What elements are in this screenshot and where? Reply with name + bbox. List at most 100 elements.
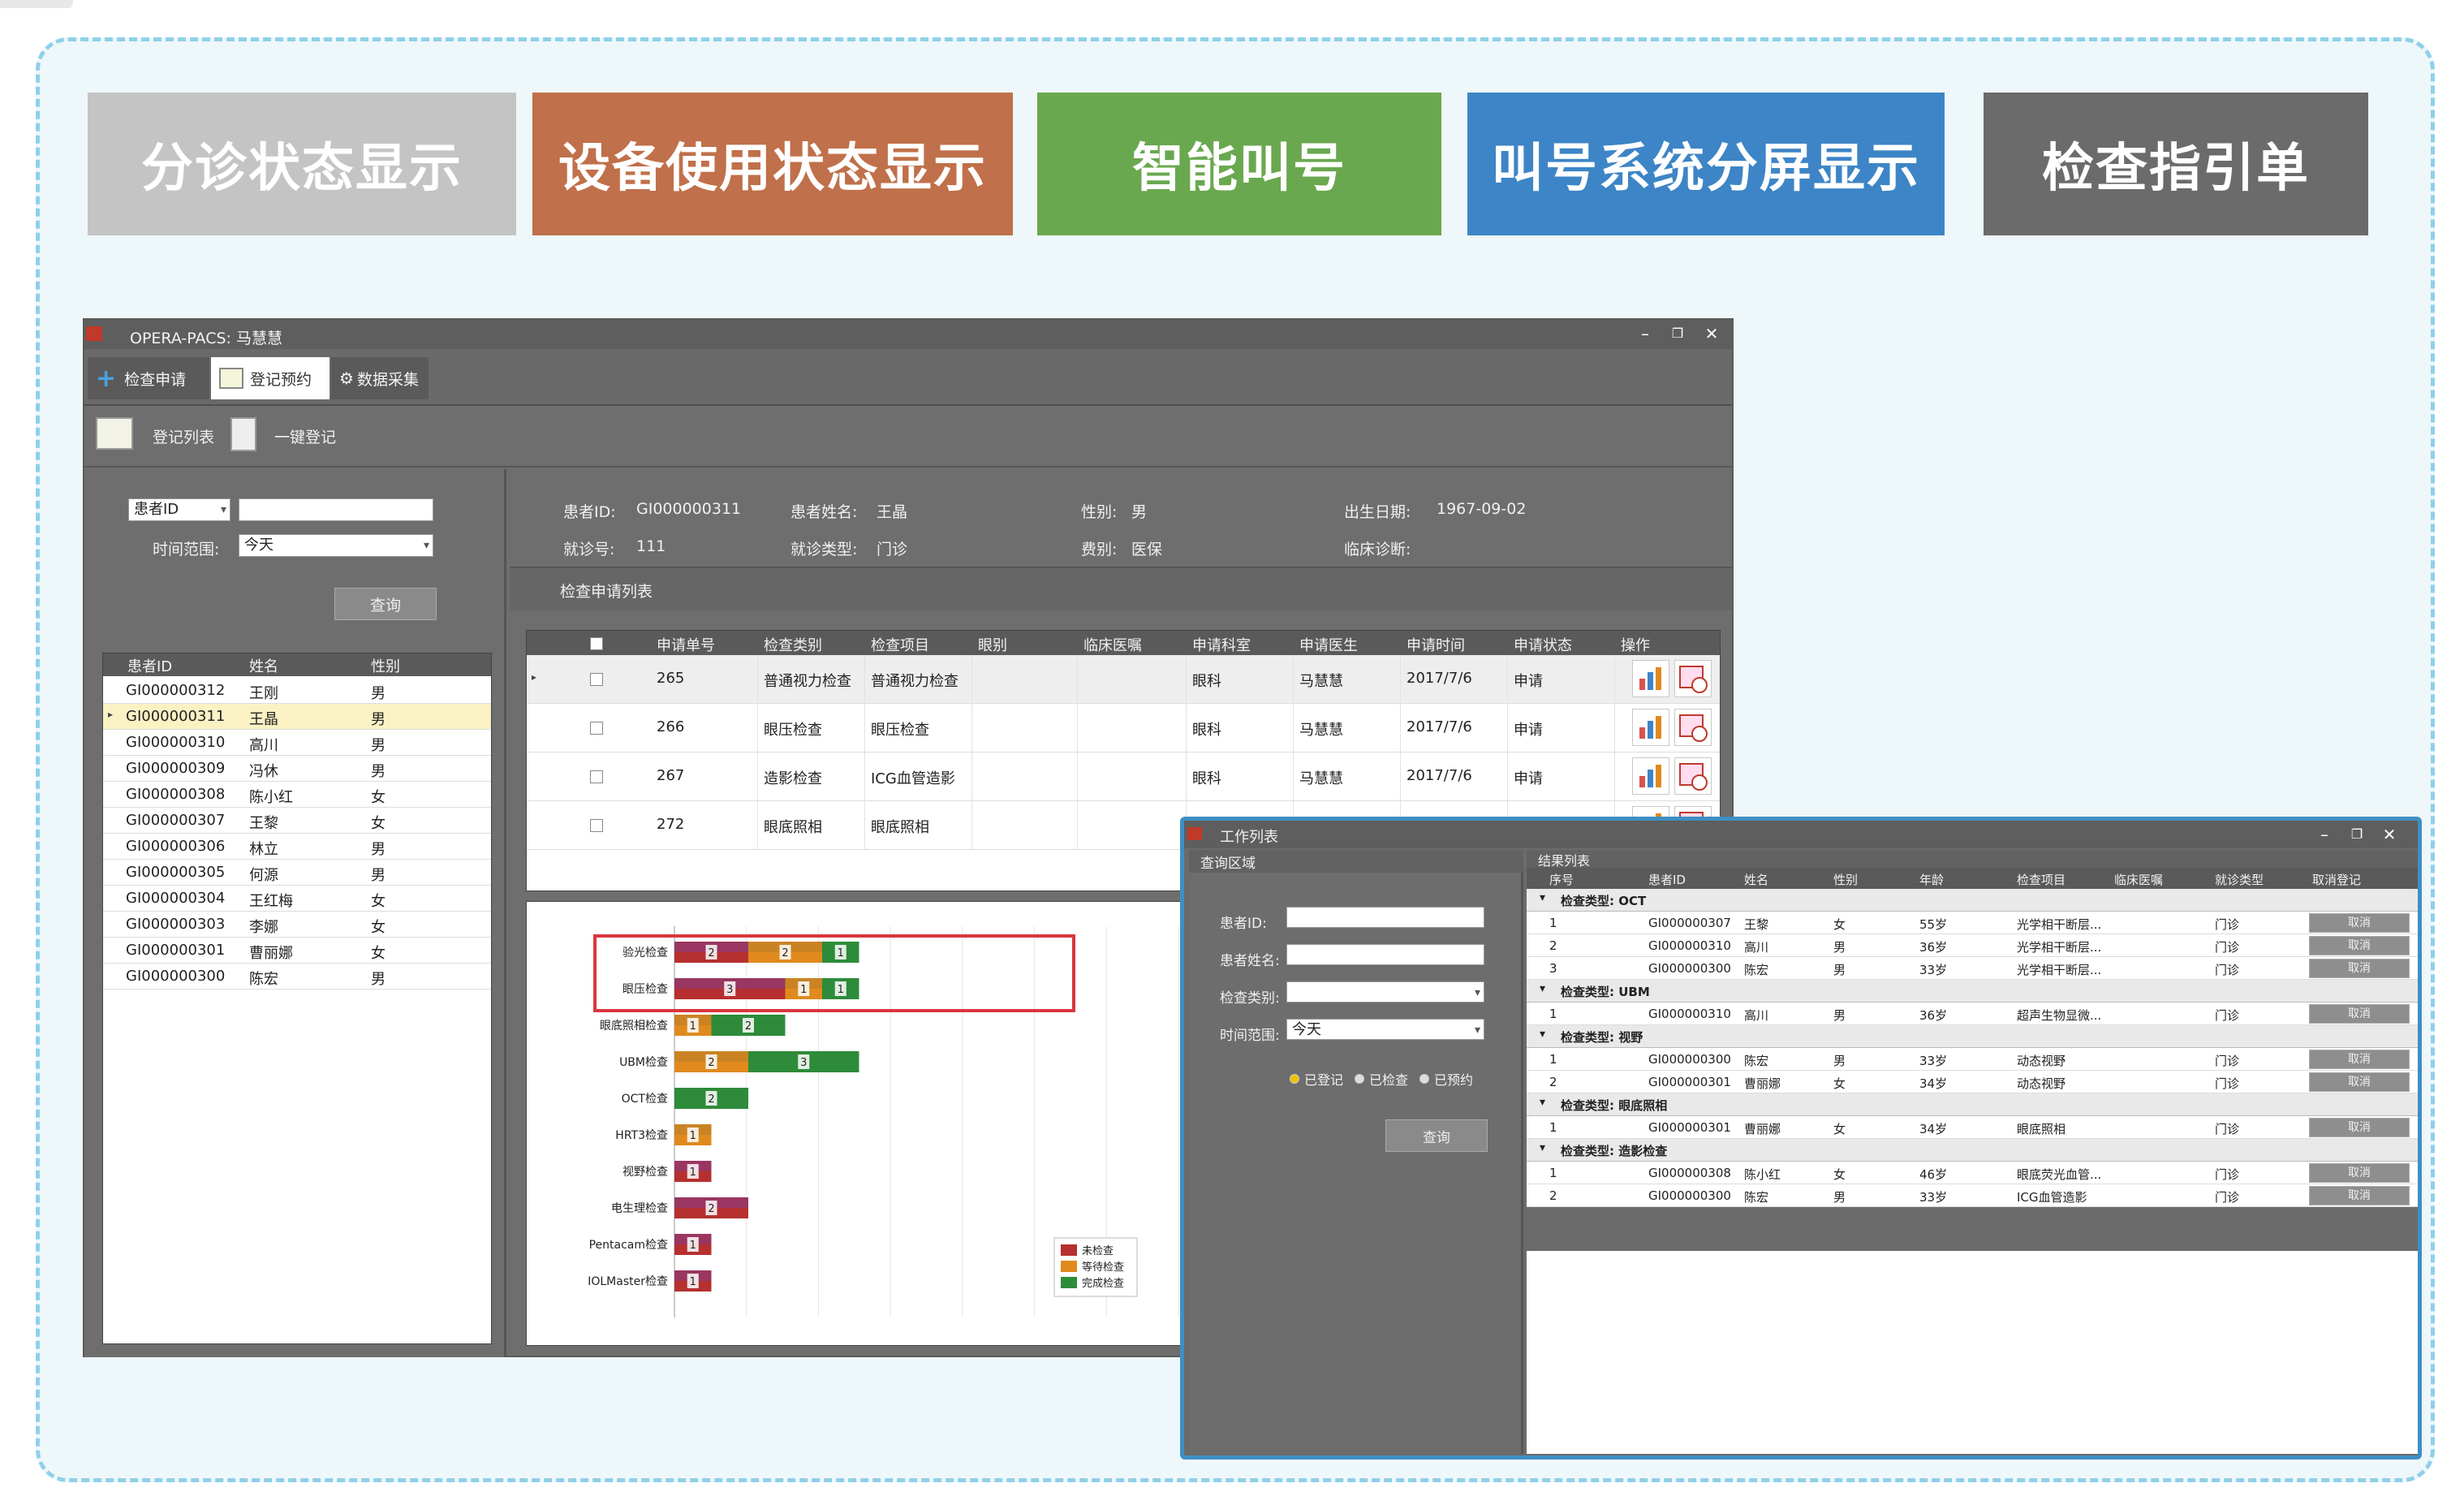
table-row[interactable]: GI000000312 王刚 男 [103,678,491,704]
column-header[interactable]: 临床医嘱 [2114,871,2163,888]
field-value-input[interactable] [239,498,433,521]
wl-id-input[interactable] [1286,907,1484,928]
wl-query-button[interactable]: 查询 [1385,1119,1488,1152]
column-header[interactable]: 申请医生 [1299,634,1358,655]
table-row[interactable]: GI000000301 曹丽娜 女 [103,938,491,964]
cancel-button[interactable]: 取消 [2309,1072,2410,1092]
minimize-icon[interactable]: – [2312,822,2337,847]
row-checkbox[interactable] [590,722,603,735]
cancel-button[interactable]: 取消 [2309,1004,2410,1024]
table-row[interactable]: 2 GI000000310 高川 男 36岁 光学相干断层... 门诊 取消 [1527,934,2418,957]
table-row[interactable]: ▸ 265 普通视力检查 普通视力检查 眼科 马慧慧 2017/7/6 申请 [527,655,1720,704]
table-row[interactable]: 2 GI000000301 曹丽娜 女 34岁 动态视野 门诊 取消 [1527,1071,2418,1093]
tile-device-status[interactable]: 设备使用状态显示 [532,93,1013,235]
table-row[interactable]: 2 GI000000300 陈宏 男 33岁 ICG血管造影 门诊 取消 [1527,1184,2418,1207]
schedule-calendar-icon[interactable] [1674,757,1712,795]
restore-icon[interactable]: ❐ [2345,822,2369,847]
table-row[interactable]: GI000000310 高川 男 [103,730,491,756]
stats-chart-icon[interactable] [1632,660,1669,697]
collapse-chevron-icon[interactable]: ▾ [1540,891,1545,904]
column-header[interactable]: 性别 [1833,871,1858,888]
column-header[interactable]: 申请科室 [1192,634,1251,655]
group-header[interactable]: ▾ 检查类型: 造影检查 [1527,1139,2418,1162]
collapse-chevron-icon[interactable]: ▾ [1540,1096,1545,1109]
table-row[interactable]: GI000000300 陈宏 男 [103,964,491,990]
table-row[interactable]: GI000000307 王黎 女 [103,808,491,834]
group-header[interactable]: ▾ 检查类型: OCT [1527,889,2418,912]
table-row[interactable]: 1 GI000000308 陈小红 女 46岁 眼底荧光血管... 门诊 取消 [1527,1162,2418,1184]
table-row[interactable]: GI000000308 陈小红 女 [103,782,491,808]
table-row[interactable]: 266 眼压检查 眼压检查 眼科 马慧慧 2017/7/6 申请 [527,704,1720,752]
register-list-button[interactable]: 登记列表 [153,425,214,447]
tile-triage-status[interactable]: 分诊状态显示 [88,93,516,235]
column-header[interactable]: 眼别 [978,634,1007,655]
column-header[interactable]: 申请状态 [1514,634,1572,655]
stats-chart-icon[interactable] [1632,757,1669,795]
collapse-chevron-icon[interactable]: ▾ [1540,1141,1545,1154]
tab-data-collect[interactable]: ⚙ 数据采集 [331,357,429,399]
column-header[interactable]: 检查类别 [764,634,822,655]
cancel-button[interactable]: 取消 [2309,959,2410,978]
column-header[interactable]: 申请单号 [657,634,715,655]
table-row[interactable]: 1 GI000000307 王黎 女 55岁 光学相干断层... 门诊 取消 [1527,912,2418,934]
column-header[interactable]: 操作 [1621,634,1650,655]
table-row[interactable]: GI000000303 李娜 女 [103,912,491,938]
cancel-button[interactable]: 取消 [2309,1118,2410,1137]
quick-register-button[interactable]: 一键登记 [274,425,336,447]
column-header[interactable]: 取消登记 [2312,871,2361,888]
field-select[interactable]: 患者ID ▾ [128,498,230,521]
tab-exam-request[interactable]: + 检查申请 [88,357,209,399]
schedule-calendar-icon[interactable] [1674,709,1712,746]
select-all-checkbox[interactable] [590,637,603,650]
column-header[interactable]: 申请时间 [1406,634,1465,655]
cancel-button[interactable]: 取消 [2309,936,2410,955]
wl-time-select[interactable]: 今天 ▾ [1286,1019,1484,1040]
radio-booked[interactable] [1419,1074,1429,1084]
column-header[interactable]: 就诊类型 [2215,871,2264,888]
table-row[interactable]: 1 GI000000300 陈宏 男 33岁 动态视野 门诊 取消 [1527,1048,2418,1071]
table-row[interactable]: ▸ GI000000311 王晶 男 [103,704,491,730]
tile-exam-guide[interactable]: 检查指引单 [1984,93,2368,235]
tile-split-screen[interactable]: 叫号系统分屏显示 [1467,93,1945,235]
collapse-chevron-icon[interactable]: ▾ [1540,1028,1545,1041]
close-icon[interactable]: ✕ [1699,321,1724,346]
column-header[interactable]: 检查项目 [871,634,929,655]
table-row[interactable]: GI000000309 冯休 男 [103,756,491,782]
tab-registration[interactable]: 登记预约 [211,357,330,399]
table-row[interactable]: GI000000305 何源 男 [103,860,491,886]
column-header[interactable]: 年龄 [1919,871,1944,888]
column-header[interactable]: 患者ID [1648,871,1686,888]
radio-examined[interactable] [1355,1074,1364,1084]
group-header[interactable]: ▾ 检查类型: 视野 [1527,1025,2418,1048]
column-header[interactable]: 检查项目 [2017,871,2066,888]
table-row[interactable]: GI000000304 王红梅 女 [103,886,491,912]
wl-type-select[interactable]: ▾ [1286,981,1484,1003]
close-icon[interactable]: ✕ [2377,822,2402,847]
tile-smart-call[interactable]: 智能叫号 [1037,93,1441,235]
quick-register-icon[interactable] [230,417,256,451]
time-range-select[interactable]: 今天 ▾ [239,534,433,557]
table-row[interactable]: GI000000306 林立 男 [103,834,491,860]
col-name[interactable]: 姓名 [249,655,278,676]
row-checkbox[interactable] [590,673,603,686]
radio-registered[interactable] [1290,1074,1299,1084]
cancel-button[interactable]: 取消 [2309,1163,2410,1183]
query-button[interactable]: 查询 [334,588,437,620]
table-row[interactable]: 1 GI000000301 曹丽娜 女 34岁 眼底照相 门诊 取消 [1527,1116,2418,1139]
table-row[interactable]: 3 GI000000300 陈宏 男 33岁 光学相干断层... 门诊 取消 [1527,957,2418,980]
cancel-button[interactable]: 取消 [2309,1186,2410,1205]
collapse-chevron-icon[interactable]: ▾ [1540,982,1545,995]
restore-icon[interactable]: ❐ [1665,321,1690,346]
minimize-icon[interactable]: – [1633,321,1657,346]
table-row[interactable]: 267 造影检查 ICG血管造影 眼科 马慧慧 2017/7/6 申请 [527,752,1720,801]
row-checkbox[interactable] [590,770,603,783]
cancel-button[interactable]: 取消 [2309,1050,2410,1069]
column-header[interactable]: 临床医嘱 [1083,634,1142,655]
column-header[interactable]: 姓名 [1744,871,1768,888]
stats-chart-icon[interactable] [1632,709,1669,746]
col-sex[interactable]: 性别 [371,655,400,676]
schedule-calendar-icon[interactable] [1674,660,1712,697]
column-header[interactable]: 序号 [1549,871,1574,888]
row-checkbox[interactable] [590,819,603,832]
cancel-button[interactable]: 取消 [2309,913,2410,933]
